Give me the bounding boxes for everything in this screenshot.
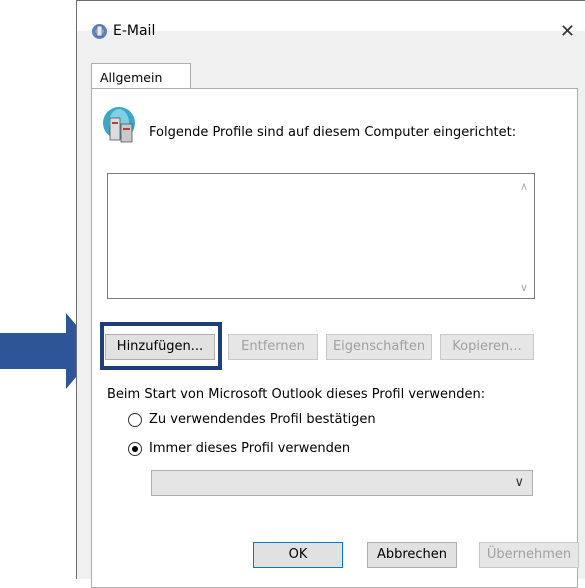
remove-button[interactable]: Entfernen xyxy=(228,334,318,360)
scroll-up-arrow-icon[interactable]: ∧ xyxy=(520,180,528,193)
profiles-computer-icon xyxy=(103,107,135,143)
radio-always-profile-label[interactable]: Immer dieses Profil verwenden xyxy=(149,441,350,456)
profile-select[interactable]: ∨ xyxy=(151,470,533,496)
email-dialog: E-Mail ✕ Allgemein Folgende Profile sind… xyxy=(76,0,585,588)
radio-confirm-profile[interactable] xyxy=(128,413,142,427)
copy-button[interactable]: Kopieren... xyxy=(440,334,534,360)
startup-label: Beim Start von Microsoft Outlook dieses … xyxy=(107,387,486,402)
add-button-highlight xyxy=(100,322,222,370)
scroll-down-arrow-icon[interactable]: ∨ xyxy=(520,281,528,294)
apply-button[interactable]: Übernehmen xyxy=(479,542,579,568)
profile-list[interactable]: ∧ ∨ xyxy=(107,173,535,299)
chevron-down-icon: ∨ xyxy=(514,475,524,490)
profiles-info-text: Folgende Profile sind auf diesem Compute… xyxy=(149,125,517,140)
radio-always-profile[interactable] xyxy=(128,442,142,456)
radio-confirm-profile-label[interactable]: Zu verwendendes Profil bestätigen xyxy=(149,412,376,427)
window-title: E-Mail xyxy=(113,23,156,39)
ok-button[interactable]: OK xyxy=(253,542,343,568)
tab-allgemein[interactable]: Allgemein xyxy=(91,63,191,89)
mail-profile-icon xyxy=(92,24,107,39)
cancel-button[interactable]: Abbrechen xyxy=(367,542,457,568)
properties-button[interactable]: Eigenschaften xyxy=(326,334,432,360)
close-button[interactable]: ✕ xyxy=(560,23,575,41)
